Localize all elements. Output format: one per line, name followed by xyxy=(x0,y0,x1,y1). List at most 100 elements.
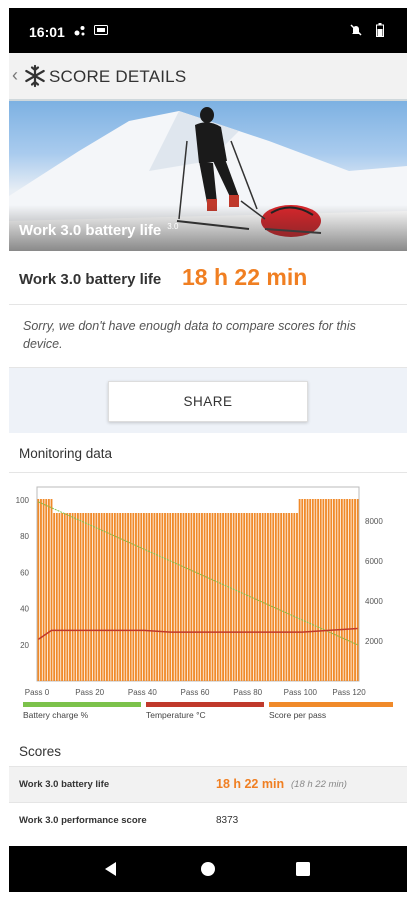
score-bar xyxy=(311,499,314,681)
score-row-label: Work 3.0 performance score xyxy=(19,815,147,826)
score-bar xyxy=(106,513,108,681)
score-bar xyxy=(206,513,209,681)
score-bar xyxy=(156,513,159,681)
score-bar xyxy=(137,513,140,681)
score-row-value: 18 h 22 min xyxy=(216,777,285,791)
screen: 16:01 ‹ SCORE DETAILS Work 3.0 battery l… xyxy=(9,8,407,892)
score-bar xyxy=(240,513,243,681)
legend-battery-label: Battery charge % xyxy=(23,710,89,720)
score-bar xyxy=(338,499,341,681)
status-time: 16:01 xyxy=(29,24,65,40)
snowflake-icon[interactable] xyxy=(23,64,47,88)
score-bar xyxy=(264,513,267,681)
chevron-left-icon[interactable]: ‹ xyxy=(12,65,18,86)
score-bar xyxy=(150,513,153,681)
score-bar xyxy=(61,513,63,681)
right-tick-label: 2000 xyxy=(365,637,383,646)
score-bar xyxy=(69,513,71,681)
left-tick-label: 40 xyxy=(20,605,29,614)
score-bar xyxy=(219,513,222,681)
sim-card-icon xyxy=(94,23,108,37)
x-tick-label: Pass 40 xyxy=(128,688,157,697)
score-bar xyxy=(325,499,327,681)
score-bar xyxy=(203,513,206,681)
score-bar xyxy=(288,513,290,681)
score-bar xyxy=(280,513,283,681)
score-bar xyxy=(274,513,277,681)
score-bar xyxy=(158,513,161,681)
score-bar xyxy=(333,499,335,681)
score-row-subvalue: (18 h 22 min) xyxy=(291,779,347,790)
score-bar xyxy=(45,499,48,681)
app-header: ‹ SCORE DETAILS xyxy=(9,53,407,101)
score-bar xyxy=(47,499,50,681)
left-tick-label: 80 xyxy=(20,532,29,541)
legend-battery-swatch xyxy=(23,702,141,707)
score-bar xyxy=(58,513,61,681)
score-bar xyxy=(235,513,238,681)
score-bar xyxy=(190,513,193,681)
monitoring-title: Monitoring data xyxy=(19,446,113,461)
score-bar xyxy=(129,513,132,681)
score-bar xyxy=(135,513,137,681)
score-bar xyxy=(267,513,269,681)
score-bar xyxy=(251,513,254,681)
score-bar xyxy=(330,499,333,681)
score-bar xyxy=(66,513,69,681)
score-bar xyxy=(116,513,119,681)
score-bar xyxy=(243,513,246,681)
result-row: Work 3.0 battery life 18 h 22 min xyxy=(9,251,407,305)
score-bar xyxy=(50,499,53,681)
score-bar xyxy=(296,513,298,681)
score-bar xyxy=(164,513,166,681)
right-tick-label: 8000 xyxy=(365,517,383,526)
scores-title: Scores xyxy=(19,744,62,759)
hero-caption-text: Work 3.0 battery life xyxy=(19,222,162,239)
score-bar xyxy=(84,513,87,681)
left-tick-label: 20 xyxy=(20,641,29,650)
device-frame: 16:01 ‹ SCORE DETAILS Work 3.0 battery l… xyxy=(0,0,412,898)
monitoring-chart-svg: 20 40 60 80 100 2000 4000 6000 8000 Pass 0 Pass 20… xyxy=(16,486,383,697)
score-bar xyxy=(356,499,359,681)
score-bar xyxy=(293,513,296,681)
score-bar xyxy=(113,513,116,681)
x-tick-label: Pass 0 xyxy=(25,688,50,697)
legend-temperature: Temperature °C xyxy=(146,702,264,724)
score-row-label: Work 3.0 battery life xyxy=(19,779,110,790)
score-bar xyxy=(298,499,301,681)
score-row-value: 8373 xyxy=(216,815,239,826)
score-bar xyxy=(55,513,58,681)
score-bar xyxy=(140,513,143,681)
score-bar xyxy=(340,499,343,681)
score-bar xyxy=(309,499,312,681)
score-bar xyxy=(314,499,317,681)
x-tick-label: Pass 100 xyxy=(284,688,318,697)
score-bar xyxy=(108,513,111,681)
score-bar xyxy=(63,513,66,681)
score-bar xyxy=(259,513,261,681)
score-bar xyxy=(232,513,235,681)
score-bar xyxy=(95,513,98,681)
score-bar xyxy=(201,513,203,681)
score-bar xyxy=(74,513,77,681)
score-bar xyxy=(90,513,93,681)
score-bar xyxy=(198,513,201,681)
score-bar xyxy=(303,499,306,681)
score-bar xyxy=(71,513,74,681)
score-bar xyxy=(301,499,304,681)
score-bar xyxy=(322,499,325,681)
score-bar xyxy=(269,513,272,681)
score-bar xyxy=(256,513,259,681)
left-tick-label: 100 xyxy=(16,496,30,505)
score-bar xyxy=(208,513,211,681)
recents-nav-icon[interactable] xyxy=(293,859,313,879)
score-bar xyxy=(103,513,106,681)
home-nav-icon[interactable] xyxy=(198,859,218,879)
share-button[interactable]: SHARE xyxy=(108,381,308,422)
score-bar xyxy=(354,499,356,681)
score-row-performance: Work 3.0 performance score 8373 xyxy=(9,802,407,838)
x-tick-label: Pass 60 xyxy=(181,688,210,697)
back-nav-icon[interactable] xyxy=(101,859,121,879)
score-bar xyxy=(87,513,90,681)
legend-score-swatch xyxy=(269,702,393,707)
